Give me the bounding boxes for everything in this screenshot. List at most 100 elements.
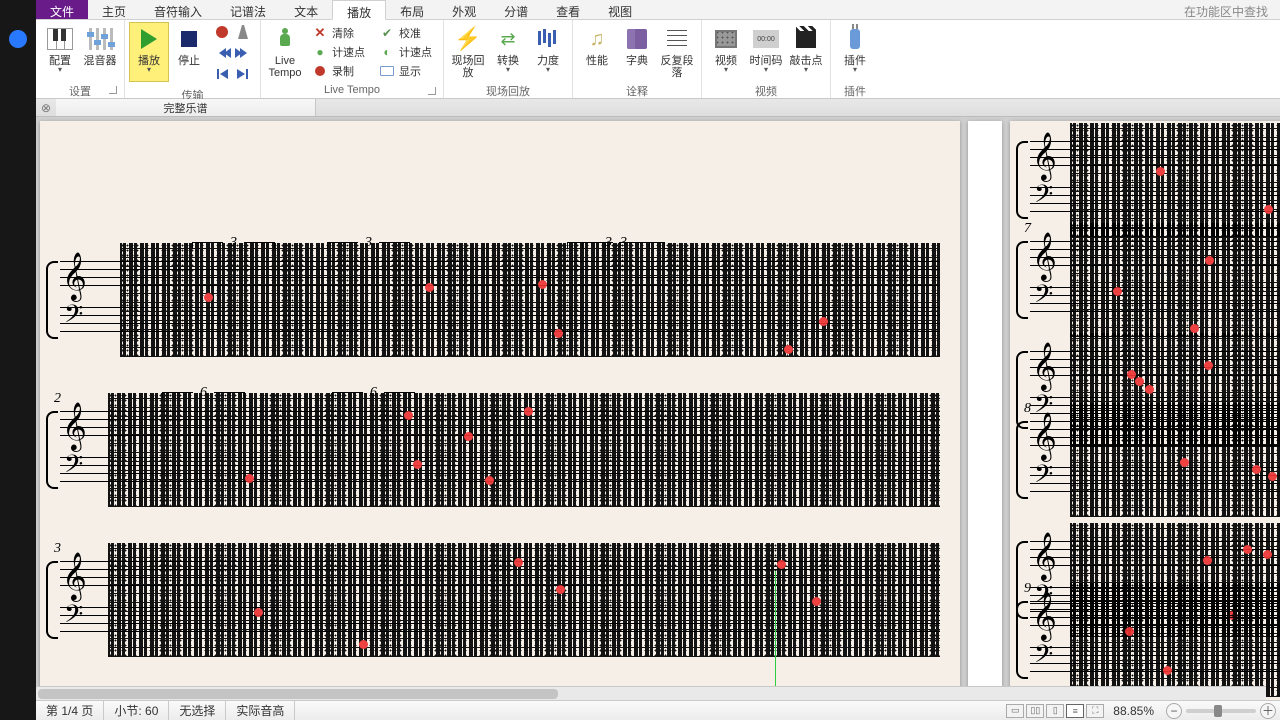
- zoom-out-button[interactable]: −: [1166, 703, 1182, 719]
- tab-note-input[interactable]: 音符输入: [140, 0, 216, 19]
- keyboard-icon: [47, 28, 73, 50]
- clapper-icon: [796, 30, 816, 48]
- dynamics-icon: [536, 28, 560, 50]
- plug-icon: [850, 29, 860, 49]
- clear-button[interactable]: ✕清除: [307, 23, 370, 42]
- zoom-value[interactable]: 88.85%: [1105, 704, 1162, 718]
- document-tabs: ⊗ 完整乐谱: [36, 99, 1280, 117]
- tab-review[interactable]: 查看: [542, 0, 594, 19]
- go-end-button[interactable]: [233, 65, 253, 83]
- click-button[interactable]: [233, 23, 253, 41]
- timecode-icon: 00:00: [753, 30, 779, 48]
- performance-button[interactable]: ♫性能: [577, 22, 617, 82]
- view-single-button[interactable]: ▭: [1006, 704, 1024, 718]
- rewind-icon: [219, 48, 226, 58]
- scrollbar-thumb[interactable]: [38, 689, 558, 699]
- zoom-slider-handle[interactable]: [1214, 705, 1222, 717]
- note-icon: ♫: [583, 25, 611, 53]
- clear-icon: ✕: [315, 25, 326, 41]
- film-icon: [715, 30, 737, 48]
- conductor-icon: [274, 28, 296, 50]
- page-gap: [968, 121, 1002, 700]
- live-tempo-button[interactable]: Live Tempo: [265, 22, 305, 82]
- group-label-livetempo[interactable]: Live Tempo: [265, 83, 439, 98]
- record-button[interactable]: [212, 23, 232, 41]
- repeats-button[interactable]: 反复段落: [657, 22, 697, 82]
- view-spread-button[interactable]: ▯▯: [1026, 704, 1044, 718]
- bolt-icon: ⚡: [454, 25, 482, 53]
- play-button[interactable]: 播放▾: [129, 22, 169, 82]
- os-app-icon[interactable]: [9, 30, 27, 48]
- tab-appearance[interactable]: 外观: [438, 0, 490, 19]
- score-canvas[interactable]: 𝄞 𝄢3333 𝄞 𝄢266 𝄞 𝄢3 𝄞 𝄢 𝄞 𝄢7 𝄞 𝄢 𝄞 𝄢8 𝄞 …: [36, 117, 1280, 700]
- forward-button[interactable]: [233, 44, 253, 62]
- ribbon-search[interactable]: 在功能区中查找: [1172, 0, 1280, 19]
- calibrate-button[interactable]: ✔校准: [374, 23, 437, 42]
- mixer-button[interactable]: 混音器: [80, 22, 120, 82]
- status-pitch[interactable]: 实际音高: [226, 701, 295, 720]
- tap-icon: ◐: [383, 45, 390, 59]
- status-bars[interactable]: 小节: 60: [104, 701, 169, 720]
- zoom-slider[interactable]: [1186, 709, 1256, 713]
- tab-parts[interactable]: 分谱: [490, 0, 542, 19]
- tab-play[interactable]: 播放: [332, 0, 386, 20]
- group-plugins: 插件▾ 插件: [831, 20, 879, 98]
- book-icon: [627, 29, 647, 49]
- status-bar: 第 1/4 页 小节: 60 无选择 实际音高 ▭ ▯▯ ▯ ≡ ⛶ 88.85…: [36, 700, 1280, 720]
- tab-view[interactable]: 视图: [594, 0, 646, 19]
- tab-text[interactable]: 文本: [280, 0, 332, 19]
- transform-button[interactable]: ⇄转换▾: [488, 22, 528, 82]
- view-vertical-button[interactable]: ▯: [1046, 704, 1064, 718]
- record-icon: [315, 66, 325, 76]
- swap-icon: ⇄: [494, 25, 522, 53]
- tab-layout[interactable]: 布局: [386, 0, 438, 19]
- group-live-tempo: Live Tempo ✕清除 ●计速点 录制 ✔校准 ◐计速点 显示 Live …: [261, 20, 444, 98]
- horizontal-scrollbar[interactable]: [36, 686, 1266, 700]
- skip-end-icon: [238, 69, 248, 79]
- timecode-button[interactable]: 00:00时间码▾: [746, 22, 786, 82]
- document-tab[interactable]: 完整乐谱: [56, 99, 316, 116]
- record-tempo-button[interactable]: 录制: [307, 61, 370, 80]
- dictionary-button[interactable]: 字典: [617, 22, 657, 82]
- group-live-playback: ⚡现场回放 ⇄转换▾ 力度▾ 现场回放: [444, 20, 573, 98]
- video-button[interactable]: 视频▾: [706, 22, 746, 82]
- go-start-button[interactable]: [212, 65, 232, 83]
- config-button[interactable]: 配置▾: [40, 22, 80, 82]
- tap-tempo-button[interactable]: ●计速点: [307, 42, 370, 61]
- ribbon: 配置▾ 混音器 设置 播放▾ 停止 传输 Live Tempo ✕清除 ●计速点…: [36, 20, 1280, 99]
- metronome-icon: [238, 25, 248, 39]
- live-playback-button[interactable]: ⚡现场回放: [448, 22, 488, 82]
- repeat-icon: [667, 30, 687, 48]
- transport-mini: [209, 22, 256, 86]
- tab-notations[interactable]: 记谱法: [216, 0, 280, 19]
- fast-forward-icon: [240, 48, 247, 58]
- tab-home[interactable]: 主页: [88, 0, 140, 19]
- status-page[interactable]: 第 1/4 页: [36, 701, 104, 720]
- stop-icon: [181, 31, 197, 47]
- record-icon: [216, 26, 228, 38]
- hitpoint-button[interactable]: 敲击点▾: [786, 22, 826, 82]
- tab-file[interactable]: 文件: [36, 0, 88, 19]
- view-panorama-button[interactable]: ≡: [1066, 704, 1084, 718]
- view-fit-button[interactable]: ⛶: [1086, 704, 1104, 718]
- mixer-icon: [87, 28, 113, 50]
- score-page-1[interactable]: 𝄞 𝄢3333 𝄞 𝄢266 𝄞 𝄢3: [40, 121, 960, 700]
- score-page-2[interactable]: 𝄞 𝄢 𝄞 𝄢7 𝄞 𝄢 𝄞 𝄢8 𝄞 𝄢 𝄞 𝄢9: [1010, 121, 1280, 700]
- display-icon: [380, 66, 394, 76]
- plugins-button[interactable]: 插件▾: [835, 22, 875, 82]
- group-interpretation: ♫性能 字典 反复段落 诠释: [573, 20, 702, 98]
- group-transport: 播放▾ 停止 传输: [125, 20, 261, 98]
- skip-start-icon: [217, 69, 227, 79]
- rewind-button[interactable]: [212, 44, 232, 62]
- group-setup: 配置▾ 混音器 设置: [36, 20, 125, 98]
- play-icon: [141, 29, 157, 49]
- ribbon-tabs: 文件 主页 音符输入 记谱法 文本 播放 布局 外观 分谱 查看 视图 在功能区…: [36, 0, 1280, 20]
- display-button[interactable]: 显示: [374, 61, 437, 80]
- stop-button[interactable]: 停止: [169, 22, 209, 82]
- group-label-setup[interactable]: 设置: [40, 82, 120, 101]
- tap-tempo2-button[interactable]: ◐计速点: [374, 42, 437, 61]
- zoom-in-button[interactable]: ＋: [1260, 703, 1276, 719]
- dynamics-button[interactable]: 力度▾: [528, 22, 568, 82]
- os-sidebar: [0, 0, 36, 720]
- close-all-button[interactable]: ⊗: [36, 99, 56, 116]
